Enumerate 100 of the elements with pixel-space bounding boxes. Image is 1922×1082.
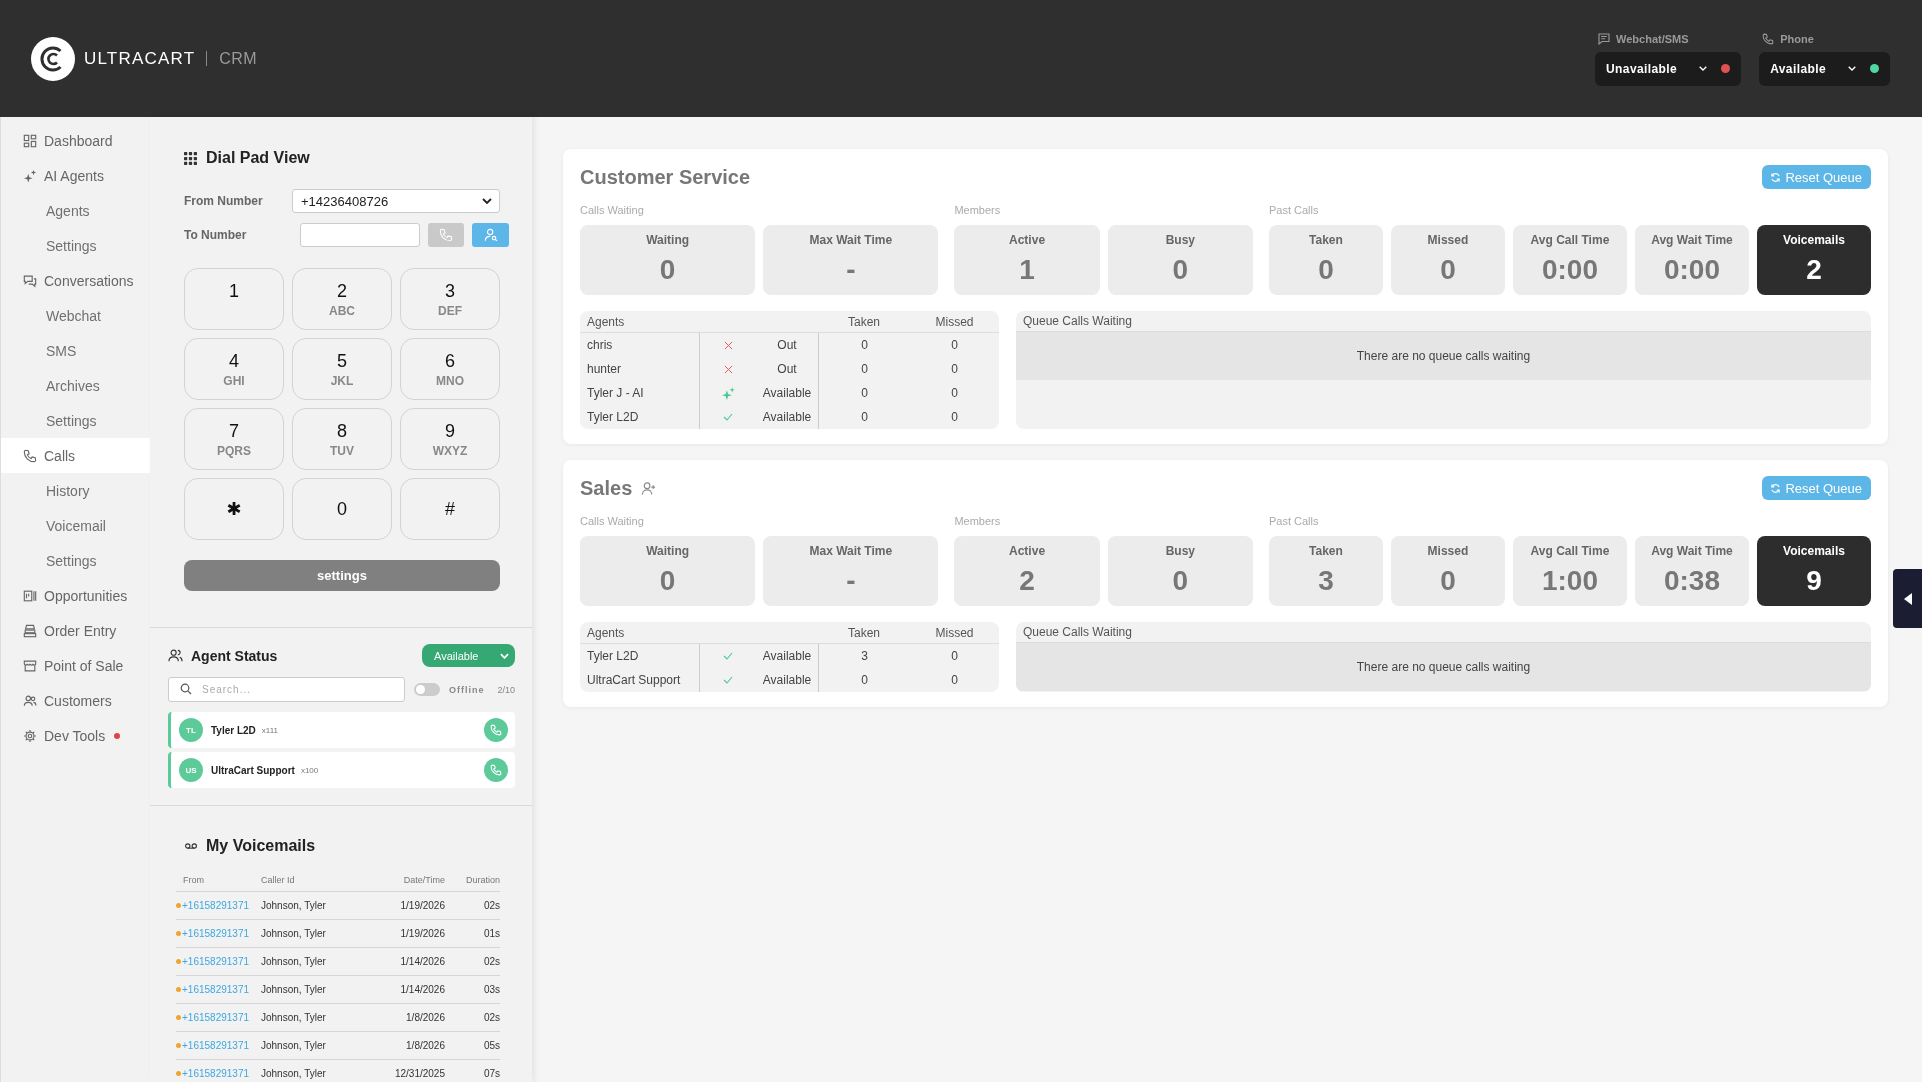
nav-subitem[interactable]: History — [1, 473, 150, 508]
column-header: Missed — [934, 314, 975, 329]
stat-value: 0 — [1318, 254, 1334, 286]
avatar: US — [179, 758, 203, 782]
keypad-key[interactable]: # — [400, 478, 500, 540]
stat-label: Busy — [1165, 233, 1195, 247]
nav-subitem[interactable]: SMS — [1, 333, 150, 368]
stat-value: 0 — [659, 565, 676, 597]
table-cell-text: Available — [761, 386, 813, 400]
keypad-key[interactable]: ✱ — [184, 478, 284, 540]
section-title: Agent Status — [191, 647, 278, 664]
nav-item[interactable]: Point of Sale — [1, 648, 150, 683]
keypad-key[interactable]: 4 GHI — [184, 338, 284, 400]
stat-value: 0:00 — [1541, 254, 1598, 286]
call-button[interactable] — [484, 718, 508, 742]
stat-label: Avg Wait Time — [1651, 233, 1733, 247]
search-icon — [180, 683, 192, 695]
table-cell-text: Johnson, Tyler — [261, 956, 327, 967]
drawer-toggle-button[interactable] — [1893, 569, 1922, 628]
contact-search-button[interactable] — [472, 223, 509, 247]
table-cell-text: UltraCart Support — [586, 672, 682, 689]
stat-label: Active — [1009, 233, 1046, 247]
stat-label: Max Wait Time — [809, 544, 893, 558]
stat-label: Avg Call Time — [1530, 544, 1610, 558]
chat-bubbles-icon — [23, 273, 37, 288]
phone-icon — [490, 764, 502, 776]
check-icon — [723, 652, 733, 660]
nav-subitem[interactable]: Webchat — [1, 298, 150, 333]
table-cell-text: Johnson, Tyler — [261, 928, 327, 939]
add-user-icon[interactable] — [641, 480, 657, 496]
keypad-key[interactable]: 2 ABC — [292, 268, 392, 330]
nav-subitem[interactable]: Archives — [1, 368, 150, 403]
storefront-icon — [23, 658, 37, 673]
stat-label: Busy — [1165, 544, 1195, 558]
phone-icon — [1762, 32, 1775, 45]
queue-title: Sales — [580, 476, 633, 500]
table-cell: 0 — [818, 405, 910, 429]
keypad-key[interactable]: 9 WXYZ — [400, 408, 500, 470]
nav-subitem[interactable]: Settings — [1, 228, 150, 263]
nav-item[interactable]: Customers — [1, 683, 150, 718]
sparkles-icon — [23, 168, 37, 183]
refresh-icon — [1770, 482, 1782, 494]
nav-item[interactable]: Order Entry — [1, 613, 150, 648]
logo-icon — [31, 36, 75, 81]
group-label: Members — [954, 514, 1002, 528]
stat-label: Max Wait Time — [809, 233, 893, 247]
column-header: Missed — [934, 625, 975, 640]
nav-subitem[interactable]: Agents — [1, 193, 150, 228]
agent-row[interactable]: US UltraCart Support x100 — [168, 752, 515, 788]
stat-value: 2 — [1019, 565, 1035, 597]
table-cell-text: Johnson, Tyler — [261, 1068, 327, 1079]
keypad-key[interactable]: 7 PQRS — [184, 408, 284, 470]
table-cell: 0 — [818, 357, 910, 381]
nav-item[interactable]: Opportunities — [1, 578, 150, 613]
nav-subitem[interactable]: Settings — [1, 543, 150, 578]
nav-subitem[interactable]: Voicemail — [1, 508, 150, 543]
group-label: Past Calls — [1268, 514, 1320, 528]
nav-item[interactable]: AI Agents — [1, 158, 150, 193]
layout-grid-icon — [23, 133, 37, 148]
search-field[interactable]: Search... — [168, 677, 405, 702]
column-header: Agents — [586, 314, 626, 329]
keypad-key[interactable]: 8 TUV — [292, 408, 392, 470]
table-cell-text: 0 — [950, 409, 959, 426]
nav-item[interactable]: Dashboard — [1, 123, 150, 158]
queue-title: Customer Service — [580, 165, 751, 189]
nav-item[interactable]: Dev Tools — [1, 718, 150, 753]
stat-label: Missed — [1427, 544, 1469, 558]
chevron-down-icon — [482, 198, 492, 204]
stat-value: 0:00 — [1663, 254, 1720, 286]
column-header: From — [182, 874, 205, 885]
nav-subitem[interactable]: Settings — [1, 403, 150, 438]
agent-row[interactable]: TL Tyler L2D x111 — [168, 712, 515, 748]
table-cell-text: Available — [761, 410, 813, 424]
status-dropdown[interactable]: Available — [422, 644, 515, 667]
table-cell-text: 12/31/2025 — [393, 1068, 445, 1079]
keypad-key[interactable]: 5 JKL — [292, 338, 392, 400]
status-dropdown[interactable]: Unavailable — [1595, 51, 1742, 86]
to-number-field[interactable] — [300, 223, 420, 247]
stat-value: - — [846, 565, 856, 597]
from-number-select[interactable]: +14236408726 — [292, 189, 500, 213]
keypad-key[interactable]: 1 — [184, 268, 284, 330]
keypad-key[interactable]: 0 — [292, 478, 392, 540]
keypad-key[interactable]: 6 MNO — [400, 338, 500, 400]
stat-value: 2 — [1806, 254, 1822, 286]
toggle-switch[interactable] — [414, 683, 440, 696]
status-dropdown[interactable]: Available — [1759, 51, 1890, 86]
toggle-label: Offline — [449, 684, 485, 695]
keypad-key[interactable]: 3 DEF — [400, 268, 500, 330]
nav-item[interactable]: Calls — [1, 438, 150, 473]
nav-item[interactable]: Conversations — [1, 263, 150, 298]
stat-value: 0 — [659, 254, 676, 286]
settings-button[interactable]: settings — [184, 560, 500, 591]
table-cell-text: 1/14/2026 — [399, 956, 445, 967]
table-cell-text: Available — [761, 673, 813, 687]
stat-value: 1:00 — [1541, 565, 1598, 597]
table-cell-text: 1/8/2026 — [405, 1040, 445, 1051]
table-cell-text: Johnson, Tyler — [261, 900, 327, 911]
call-button[interactable] — [484, 758, 508, 782]
column-header: Caller Id — [261, 874, 296, 885]
people-icon — [168, 648, 183, 663]
